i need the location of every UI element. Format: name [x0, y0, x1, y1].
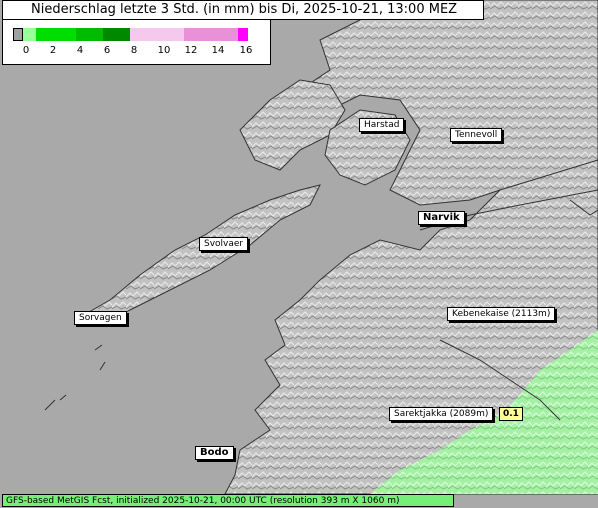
place-label-sarektjakka: Sarektjakka (2089m) [389, 407, 494, 421]
legend-swatch-4-6 [76, 28, 103, 41]
place-label-harstad: Harstad [359, 118, 405, 132]
place-label-bodo: Bodo [195, 446, 234, 460]
legend-swatch-6-8 [103, 28, 130, 41]
map-title: Niederschlag letzte 3 Std. (in mm) bis D… [2, 0, 485, 20]
precip-value-sarektjakka: 0.1 [499, 407, 523, 421]
legend-swatch-0-1 [23, 28, 36, 41]
place-label-narvik: Narvik [418, 211, 465, 225]
forecast-footer: GFS-based MetGIS Fcst, initialized 2025-… [2, 494, 454, 507]
legend-tick: 6 [103, 45, 111, 56]
legend-ticks: 0 2 4 6 8 10 12 14 16 [3, 45, 270, 59]
legend-tick: 8 [130, 45, 138, 56]
legend-colorbar [13, 28, 258, 41]
place-label-tennevoll: Tennevoll [450, 128, 503, 142]
relief-map [0, 0, 598, 508]
legend-tick: 0 [22, 45, 30, 56]
legend-swatch-above [238, 28, 248, 41]
legend-swatch-8-12 [130, 28, 184, 41]
legend-tick: 16 [239, 45, 253, 56]
precip-legend: 0 2 4 6 8 10 12 14 16 [2, 19, 271, 65]
legend-tick: 12 [184, 45, 198, 56]
legend-tick: 14 [211, 45, 225, 56]
place-label-kebenekaise: Kebenekaise (2113m) [447, 307, 556, 321]
place-label-sorvagen: Sorvagen [74, 311, 127, 325]
legend-swatch-below [13, 28, 23, 41]
legend-tick: 2 [49, 45, 57, 56]
place-label-svolvaer: Svolvaer [199, 237, 249, 251]
legend-swatch-1-4 [36, 28, 76, 41]
legend-swatch-12-16 [184, 28, 238, 41]
legend-tick: 4 [76, 45, 84, 56]
legend-tick: 10 [157, 45, 171, 56]
